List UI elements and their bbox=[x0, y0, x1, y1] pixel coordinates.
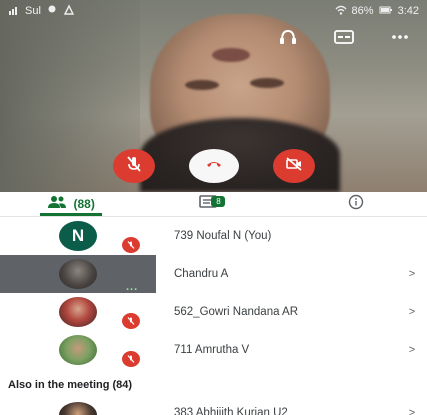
chevron-right-icon[interactable]: > bbox=[397, 398, 427, 415]
meeting-tabs: (88) 8 bbox=[0, 192, 427, 217]
call-controls bbox=[0, 148, 427, 184]
chevron-right-icon[interactable]: > bbox=[397, 306, 427, 318]
participant-name: 711 Amrutha V bbox=[174, 344, 250, 356]
mic-muted-icon bbox=[122, 351, 140, 367]
participant-name: 383 Abhijith Kurian U2 bbox=[174, 407, 288, 415]
switch-audio-icon[interactable] bbox=[277, 28, 299, 51]
participant-name: 739 Noufal N (You) bbox=[174, 230, 272, 242]
wifi-icon bbox=[335, 4, 347, 19]
mic-muted-icon bbox=[122, 237, 140, 253]
avatar bbox=[59, 259, 97, 289]
mic-off-icon bbox=[124, 154, 144, 179]
avatar bbox=[59, 335, 97, 365]
mic-toggle-button[interactable] bbox=[112, 149, 155, 183]
carrier-label: Sul bbox=[25, 5, 41, 17]
avatar: N bbox=[59, 221, 97, 251]
participant-eye bbox=[185, 80, 219, 90]
tab-chat[interactable]: 8 bbox=[142, 192, 284, 216]
battery-icon bbox=[379, 4, 393, 19]
list-item[interactable]: 711 Amrutha V > bbox=[0, 331, 427, 369]
list-item[interactable]: ... Chandru A > bbox=[0, 255, 427, 293]
speaking-indicator: ... bbox=[126, 281, 139, 293]
signal-icon bbox=[8, 4, 20, 19]
list-item[interactable]: N 739 Noufal N (You) bbox=[0, 217, 427, 255]
mic-muted-icon bbox=[122, 313, 140, 329]
end-call-button[interactable] bbox=[188, 149, 239, 183]
battery-text: 86% bbox=[351, 5, 374, 17]
camera-off-icon bbox=[284, 154, 304, 179]
people-count: (88) bbox=[73, 197, 95, 211]
camera-toggle-button[interactable] bbox=[272, 149, 315, 183]
main-video-feed[interactable]: Sul 86% 3:42 bbox=[0, 0, 427, 192]
chat-unread-badge: 8 bbox=[211, 196, 226, 207]
status-bar: Sul 86% 3:42 bbox=[0, 0, 427, 22]
captions-icon[interactable] bbox=[333, 28, 355, 51]
participant-eye bbox=[250, 78, 284, 88]
notification-icon bbox=[63, 3, 75, 19]
people-icon bbox=[47, 194, 67, 215]
participant-name: 562_Gowri Nandana AR bbox=[174, 306, 299, 318]
clock: 3:42 bbox=[397, 5, 419, 17]
list-item[interactable]: 383 Abhijith Kurian U2 > bbox=[0, 398, 427, 415]
avatar bbox=[59, 402, 97, 415]
list-item[interactable]: 562_Gowri Nandana AR > bbox=[0, 293, 427, 331]
more-options-icon[interactable] bbox=[389, 28, 411, 51]
info-icon bbox=[346, 194, 366, 215]
tab-info[interactable] bbox=[285, 192, 427, 216]
tab-people[interactable]: (88) bbox=[0, 192, 142, 216]
location-icon bbox=[46, 4, 58, 19]
also-in-meeting-heading: Also in the meeting (84) bbox=[8, 379, 133, 391]
hang-up-icon bbox=[204, 154, 224, 179]
chevron-right-icon[interactable]: > bbox=[397, 344, 427, 356]
participant-mouth bbox=[212, 48, 250, 62]
chevron-right-icon[interactable]: > bbox=[397, 268, 427, 280]
video-toolbar bbox=[277, 28, 411, 51]
participant-name: Chandru A bbox=[174, 268, 229, 280]
avatar bbox=[59, 297, 97, 327]
participant-list: N 739 Noufal N (You) ... Chandru A > 562… bbox=[0, 217, 427, 369]
